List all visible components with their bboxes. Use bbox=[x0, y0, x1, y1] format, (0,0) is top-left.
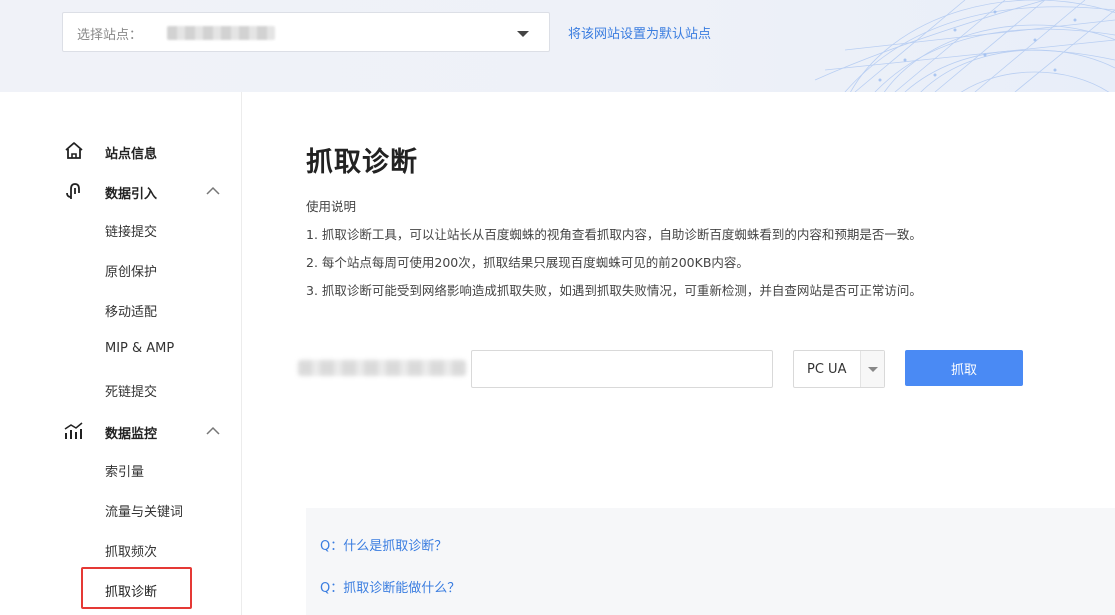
sidebar-group-site-info[interactable]: 站点信息 bbox=[0, 133, 241, 169]
sidebar-item-traffic-keywords[interactable]: 流量与关键词 bbox=[82, 491, 192, 527]
sidebar-item-label: 抓取诊断 bbox=[105, 585, 158, 600]
site-select-label: 选择站点： bbox=[77, 28, 143, 43]
sidebar-group-label: 数据监控 bbox=[105, 427, 158, 442]
fetch-button[interactable]: 抓取 bbox=[905, 350, 1023, 386]
page-title: 抓取诊断 bbox=[306, 147, 418, 178]
sidebar-group-label: 数据引入 bbox=[105, 187, 158, 202]
sidebar-item-crawl-frequency[interactable]: 抓取频次 bbox=[82, 531, 192, 567]
monitor-chart-icon bbox=[64, 422, 83, 439]
chevron-up-icon[interactable] bbox=[205, 423, 221, 439]
top-banner: 选择站点： 将该网站设置为默认站点 bbox=[0, 0, 1115, 92]
sidebar-item-label: 抓取频次 bbox=[105, 545, 158, 560]
globe-network-decoration bbox=[814, 0, 1115, 92]
url-input[interactable] bbox=[471, 350, 773, 388]
usage-line: 2. 每个站点每周可使用200次，抓取结果只展现百度蜘蛛可见的前200KB内容。 bbox=[306, 255, 749, 270]
caret-down-icon bbox=[868, 367, 878, 372]
usage-line: 3. 抓取诊断可能受到网络影响造成抓取失败，如遇到抓取失败情况，可重新检测，并自… bbox=[306, 283, 922, 298]
faq-panel: Q：什么是抓取诊断？ Q：抓取诊断能做什么？ bbox=[306, 508, 1115, 615]
main-content: 抓取诊断 使用说明 1. 抓取诊断工具，可以让站长从百度蜘蛛的视角查看抓取内容，… bbox=[242, 92, 1115, 615]
sidebar-item-label: 流量与关键词 bbox=[105, 505, 184, 520]
sidebar-item-mip-amp[interactable]: MIP & AMP bbox=[82, 331, 192, 367]
sidebar-item-original-protection[interactable]: 原创保护 bbox=[82, 251, 192, 287]
site-select-dropdown[interactable]: 选择站点： bbox=[62, 12, 550, 52]
usage-heading: 使用说明 bbox=[306, 199, 357, 214]
sidebar-item-dead-link-submit[interactable]: 死链提交 bbox=[82, 371, 192, 407]
blurred-site-name bbox=[167, 26, 275, 40]
sidebar-item-label: 移动适配 bbox=[105, 305, 158, 320]
data-import-icon bbox=[66, 183, 80, 199]
ua-select[interactable]: PC UA bbox=[793, 350, 885, 388]
sidebar-group-data-monitor[interactable]: 数据监控 bbox=[0, 413, 241, 449]
sidebar-item-label: 原创保护 bbox=[105, 265, 158, 280]
sidebar-group-data-import[interactable]: 数据引入 bbox=[0, 173, 241, 209]
sidebar-item-index-volume[interactable]: 索引量 bbox=[82, 451, 192, 487]
usage-line: 1. 抓取诊断工具，可以让站长从百度蜘蛛的视角查看抓取内容，自助诊断百度蜘蛛看到… bbox=[306, 227, 922, 242]
sidebar-item-label: MIP & AMP bbox=[105, 341, 175, 356]
blurred-site-prefix bbox=[298, 360, 466, 376]
ua-select-arrow-box[interactable] bbox=[860, 351, 884, 387]
caret-down-icon[interactable] bbox=[517, 31, 529, 37]
home-icon bbox=[65, 142, 83, 159]
sidebar-group-label: 站点信息 bbox=[105, 147, 158, 162]
sidebar-item-mobile-adaptation[interactable]: 移动适配 bbox=[82, 291, 192, 327]
ua-select-value: PC UA bbox=[807, 362, 847, 377]
sidebar-item-label: 死链提交 bbox=[105, 385, 158, 400]
faq-link-what-is[interactable]: Q：什么是抓取诊断？ bbox=[320, 535, 447, 554]
chevron-up-icon[interactable] bbox=[205, 183, 221, 199]
sidebar-item-crawl-diagnosis[interactable]: 抓取诊断 bbox=[81, 567, 192, 609]
faq-link-what-can-do[interactable]: Q：抓取诊断能做什么？ bbox=[320, 577, 460, 596]
sidebar-item-link-submit[interactable]: 链接提交 bbox=[82, 211, 192, 247]
set-default-site-link[interactable]: 将该网站设置为默认站点 bbox=[568, 23, 711, 42]
sidebar-item-label: 链接提交 bbox=[105, 225, 158, 240]
sidebar: 站点信息 数据引入 链接提交 原创保护 移动适配 MIP & AMP 死链提交 bbox=[0, 92, 242, 615]
sidebar-item-label: 索引量 bbox=[105, 465, 145, 480]
